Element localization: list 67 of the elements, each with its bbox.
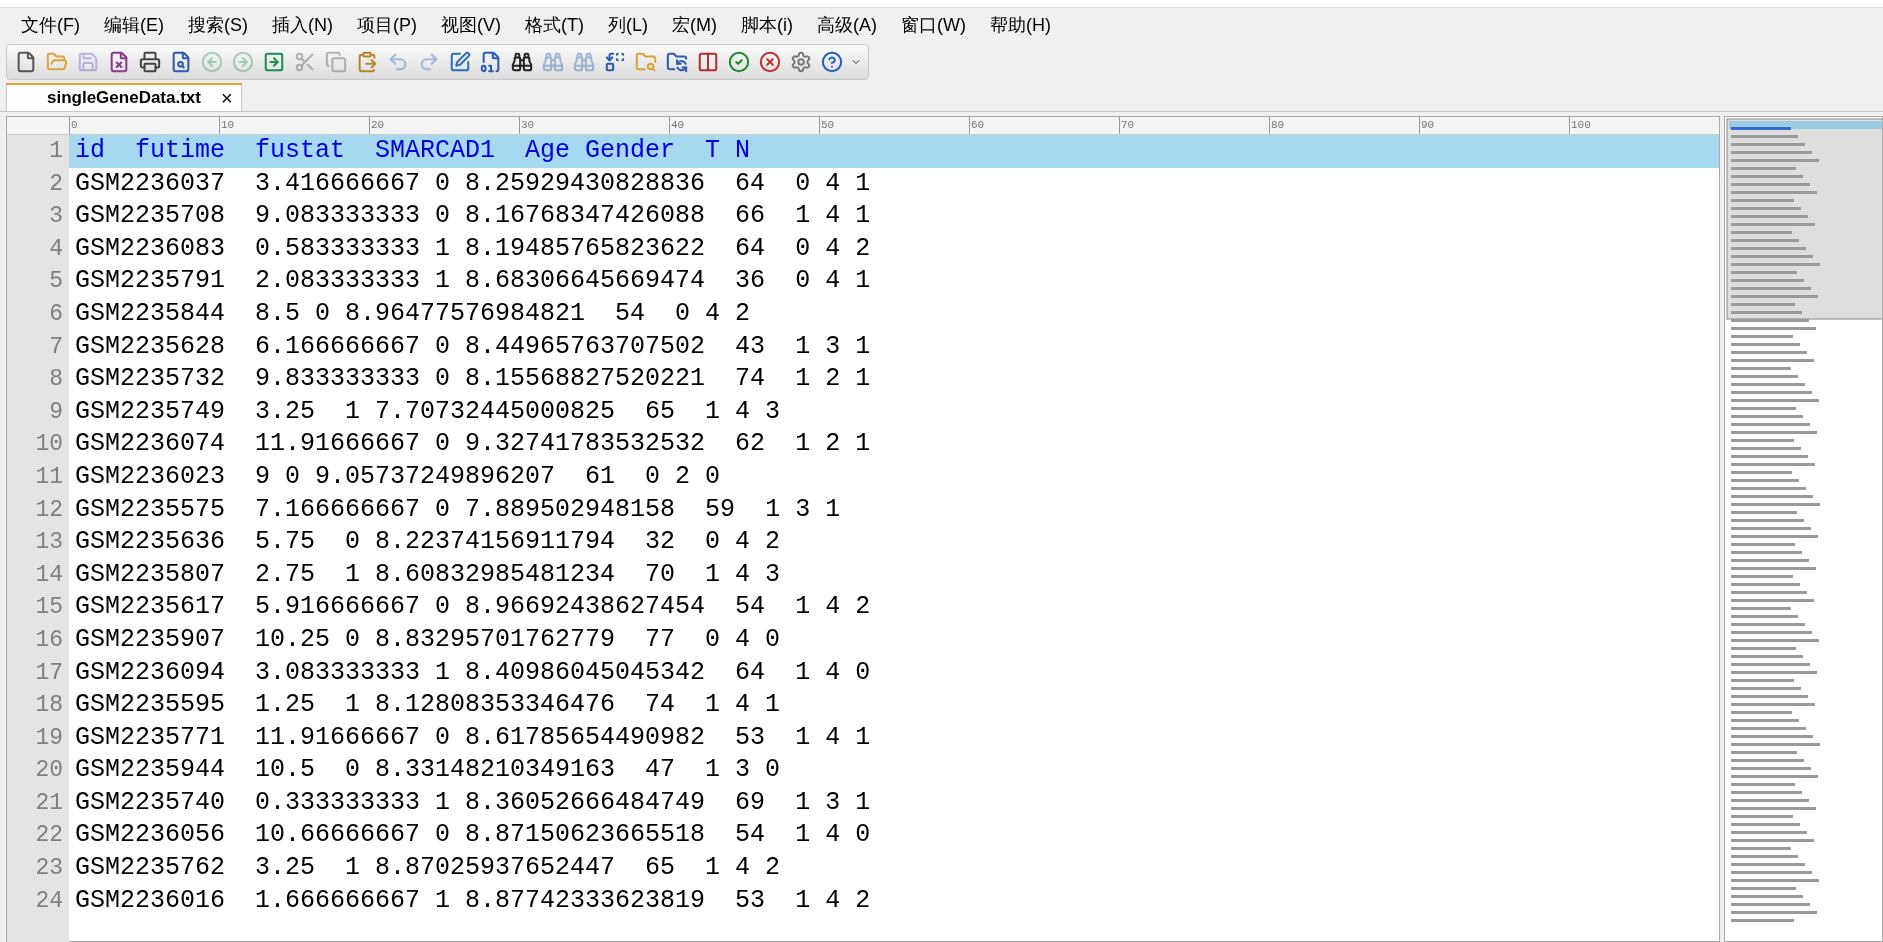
code-line: GSM2236023 9 0 9.05737249896207 61 0 2 0 (74, 460, 721, 493)
menu-item[interactable]: 列(L) (596, 8, 659, 42)
code-line: GSM2236016 1.666666667 1 8.87742333623819 53 1 4 2 (74, 884, 871, 917)
code-line: GSM2235807 2.75 1 8.60832985481234 70 1 4 3 (74, 558, 781, 591)
code-line: GSM2235771 11.91666667 0 8.61785654490982 53 1 4 1 (74, 721, 871, 754)
line-number: 10 (7, 428, 69, 461)
help-icon[interactable] (819, 49, 845, 75)
line-number: 8 (7, 363, 69, 396)
line-number: 6 (7, 297, 69, 331)
menu-item[interactable]: 文件(F) (10, 8, 91, 42)
line-number: 24 (7, 884, 69, 918)
code-line: GSM2235944 10.5 0 8.33148210349163 47 1 3 0 (74, 754, 781, 787)
line-number: 17 (7, 656, 69, 690)
menu-item[interactable]: 窗口(W) (889, 8, 977, 42)
code-line: GSM2235575 7.166666667 0 7.889502948158 59 1 3 1 (74, 493, 841, 526)
code-line: GSM2235844 8.5 0 8.96477576984821 54 0 4 2 (74, 297, 751, 330)
line-number: 18 (7, 689, 69, 722)
code-line: GSM2235628 6.166666667 0 8.44965763707502 43 1 3 1 (74, 330, 871, 363)
code-line: GSM2235740 0.333333333 1 8.36052666484749 69 1 3 1 (74, 786, 871, 819)
line-number: 14 (7, 558, 69, 592)
menu-item[interactable]: 宏(M) (660, 8, 728, 42)
code-line: GSM2236074 11.91666667 0 9.32741783532532 62 1 2 1 (74, 428, 871, 461)
print-icon[interactable] (137, 49, 163, 75)
line-number: 1 (7, 135, 69, 168)
line-number: 20 (7, 754, 69, 787)
line-number: 13 (7, 526, 69, 559)
line-number: 3 (7, 200, 69, 233)
code-line: GSM2235708 9.083333333 0 8.16768347426088 66 1 4 1 (74, 200, 871, 233)
code-line: GSM2236037 3.416666667 0 8.25929430828836 64 0 4 1 (74, 167, 871, 200)
menu-item[interactable]: 脚本(i) (729, 8, 804, 42)
line-number: 2 (7, 167, 69, 201)
code-line: GSM2235749 3.25 1 7.70732445000825 65 1 4 3 (74, 395, 781, 428)
code-line: GSM2236056 10.66666667 0 8.87150623665518 54 1 4 0 (74, 819, 871, 852)
line-number: 15 (7, 591, 69, 624)
line-number: 23 (7, 852, 69, 885)
line-number: 11 (7, 460, 69, 494)
line-number: 9 (7, 395, 69, 429)
line-number: 4 (7, 232, 69, 266)
check-circle-icon[interactable] (726, 49, 752, 75)
code-line: GSM2235595 1.25 1 8.12808353346476 74 1 4 1 (74, 689, 781, 722)
code-line: GSM2235636 5.75 0 8.22374156911794 32 0 4 2 (74, 526, 781, 559)
line-number: 16 (7, 623, 69, 657)
code-line: GSM2235732 9.833333333 0 8.15568827520221 74 1 2 1 (74, 363, 871, 396)
menu-item[interactable]: 搜索(S) (177, 8, 259, 42)
line-number: 19 (7, 721, 69, 755)
code-line: GSM2235791 2.083333333 1 8.68306645669474 36 0 4 1 (74, 265, 871, 298)
close-tab-button[interactable]: × (221, 88, 233, 108)
menu-item[interactable]: 编辑(E) (93, 8, 175, 42)
code-line: GSM2236094 3.083333333 1 8.40986045045342 64 1 4 0 (74, 656, 871, 689)
menu-item[interactable]: 视图(V) (430, 8, 512, 42)
code-line: GSM2235907 10.25 0 8.83295701762779 77 0 4 0 (74, 623, 781, 656)
menu-item[interactable]: 高级(A) (805, 8, 888, 42)
menu-item[interactable]: 帮助(H) (978, 8, 1062, 42)
ruler: 0 10 20 30 40 50 60 70 80 90 100 (7, 117, 1719, 135)
line-number: 12 (7, 493, 69, 527)
file-tab[interactable]: singleGeneData.txt × (6, 83, 242, 111)
menu-item[interactable]: 项目(P) (346, 8, 428, 42)
line-number: 7 (7, 330, 69, 364)
menu-item[interactable]: 格式(T) (514, 8, 595, 42)
line-number: 21 (7, 786, 69, 820)
code-line: GSM2236083 0.583333333 1 8.19485765823622 64 0 4 2 (74, 232, 871, 265)
code-line: GSM2235762 3.25 1 8.87025937652447 65 1 4 2 (74, 852, 781, 885)
x-circle-icon[interactable] (757, 49, 783, 75)
menu-item[interactable]: 插入(N) (261, 8, 344, 42)
line-number: 22 (7, 819, 69, 853)
line-number: 5 (7, 265, 69, 298)
code-line: GSM2235617 5.916666667 0 8.96692438627454 54 1 4 2 (74, 591, 871, 624)
